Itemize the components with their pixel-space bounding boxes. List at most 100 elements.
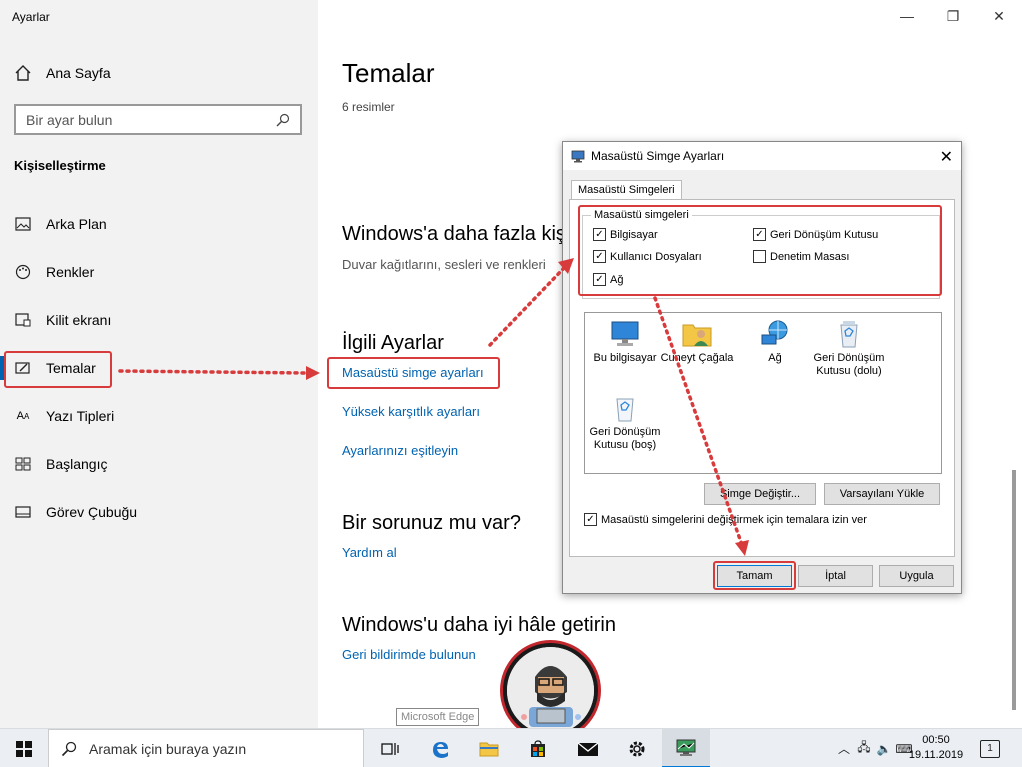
sidebar-item-label: Renkler [46,264,95,280]
icon-recycle-bin-empty[interactable]: Geri Dönüşüm Kutusu (boş) [585,393,665,452]
annotation-box-checkboxes [578,205,942,296]
store-taskbar-button[interactable] [514,729,562,767]
annotation-box-ok [713,561,796,590]
author-avatar [503,643,598,738]
chevron-up-icon[interactable]: ︿ [834,740,854,757]
home-label: Ana Sayfa [46,65,111,81]
icon-label: Geri Dönüşüm Kutusu (dolu) [813,352,885,377]
sidebar-item-colors[interactable]: Renkler [0,248,318,296]
change-icon-button[interactable]: Simge Değiştir... [704,483,816,505]
icon-label: Bu bilgisayar [593,352,657,364]
sidebar-item-label: Yazı Tipleri [46,408,115,424]
search-icon [276,113,290,126]
sidebar-item-label: Başlangıç [46,456,108,472]
edge-tooltip: Microsoft Edge [396,708,480,726]
network-tray-icon[interactable]: 🖧 [854,738,874,759]
notification-center-button[interactable]: 1 [980,729,1000,767]
search-placeholder: Bir ayar bulun [26,111,113,128]
search-icon [61,741,77,756]
start-button[interactable] [0,729,48,767]
page-title: Temalar [342,58,435,88]
taskbar: Aramak için buraya yazın ︿ 🖧 🔈 ⌨ 00:50 1… [0,728,1022,767]
picture-icon [14,215,32,233]
mail-taskbar-button[interactable] [564,729,612,767]
more-personalization-text: Duvar kağıtlarını, sesleri ve renkleri [342,257,546,272]
icon-label: Cuneyt Çağala [660,352,734,364]
windows-logo-icon [16,740,32,757]
computer-icon [611,321,639,346]
store-icon [531,739,545,757]
improve-heading: Windows'u daha iyi hâle getirin [342,614,616,636]
sidebar-item-taskbar[interactable]: Görev Çubuğu [0,488,318,536]
window-controls: — ❐ ✕ [884,0,1022,32]
sidebar-item-label: Görev Çubuğu [46,504,138,520]
folder-icon [479,742,499,756]
minimize-icon[interactable]: — [884,0,930,32]
palette-icon [14,263,32,281]
icon-network[interactable]: Ağ [735,319,815,365]
lock-screen-icon [14,311,32,329]
sidebar-item-background[interactable]: Arka Plan [0,200,318,248]
taskbar-search-input[interactable]: Aramak için buraya yazın [48,729,364,767]
cancel-button[interactable]: İptal [798,565,873,587]
theme-count: 6 resimler [342,100,395,114]
file-explorer-taskbar-button[interactable] [465,729,513,767]
dialog-titlebar: Masaüstü Simge Ayarları [563,142,961,170]
settings-taskbar-button[interactable] [613,729,661,767]
home-link[interactable]: Ana Sayfa [14,64,111,82]
volume-icon[interactable]: 🔈 [874,742,894,756]
allow-themes-checkbox[interactable]: ✓ Masaüstü simgelerini değiştirmek için t… [584,513,867,526]
icon-label: Ağ [768,352,782,364]
dialog-title: Masaüstü Simge Ayarları [591,149,725,163]
settings-search-input[interactable]: Bir ayar bulun [14,104,302,135]
restore-default-button[interactable]: Varsayılanı Yükle [824,483,940,505]
clock-date: 19.11.2019 [908,749,964,761]
monitor-icon [571,150,585,162]
close-icon[interactable]: ✕ [940,147,953,167]
sidebar-item-label: Kilit ekranı [46,312,112,328]
icon-this-pc[interactable]: Bu bilgisayar [585,319,665,365]
gear-icon [629,741,645,756]
high-contrast-link[interactable]: Yüksek karşıtlık ayarları [342,404,480,419]
user-folder-icon [682,324,712,347]
system-tray: ︿ 🖧 🔈 ⌨ [834,729,914,767]
notification-icon: 1 [980,739,1000,758]
checkmark-icon: ✓ [584,513,597,526]
apply-button[interactable]: Uygula [879,565,954,587]
scrollbar[interactable] [1012,470,1016,710]
font-icon: AA [16,410,30,422]
question-heading: Bir sorunuz mu var? [342,512,521,534]
icon-recycle-bin-full[interactable]: Geri Dönüşüm Kutusu (dolu) [809,319,889,378]
section-heading: Kişiselleştirme [14,158,106,173]
sync-settings-link[interactable]: Ayarlarınızı eşitleyin [342,443,458,458]
start-icon [14,455,32,473]
taskbar-search-placeholder: Aramak için buraya yazın [89,740,247,757]
tab-desktop-icons[interactable]: Masaüstü Simgeleri [571,180,682,200]
home-icon [15,65,31,81]
mail-icon [577,741,599,756]
get-help-link[interactable]: Yardım al [342,545,397,560]
edge-taskbar-button[interactable] [416,729,464,767]
sidebar-item-fonts[interactable]: AA Yazı Tipleri [0,392,318,440]
icon-user-folder[interactable]: Cuneyt Çağala [657,319,737,365]
sidebar-item-start[interactable]: Başlangıç [0,440,318,488]
close-icon[interactable]: ✕ [976,0,1022,32]
feedback-link[interactable]: Geri bildirimde bulunun [342,647,476,662]
clock-time: 00:50 [922,734,950,746]
sidebar-item-label: Arka Plan [46,216,107,232]
checkbox-label: Masaüstü simgelerini değiştirmek için te… [601,513,867,526]
taskbar-icon [14,503,32,521]
recycle-bin-empty-icon [616,398,634,422]
recycle-bin-full-icon [840,321,858,348]
desktop-icon-settings-taskbar-button[interactable] [662,729,710,767]
sidebar-item-lock-screen[interactable]: Kilit ekranı [0,296,318,344]
clock[interactable]: 00:50 19.11.2019 [904,733,968,763]
task-view-button[interactable] [366,729,414,767]
related-settings-heading: İlgili Ayarlar [342,332,444,354]
task-view-icon [381,742,399,755]
network-icon [761,320,788,345]
edge-icon [433,741,448,758]
more-personalization-heading: Windows'a daha fazla kiş [342,223,566,245]
maximize-icon[interactable]: ❐ [930,0,976,32]
icon-label: Geri Dönüşüm Kutusu (boş) [589,426,661,451]
